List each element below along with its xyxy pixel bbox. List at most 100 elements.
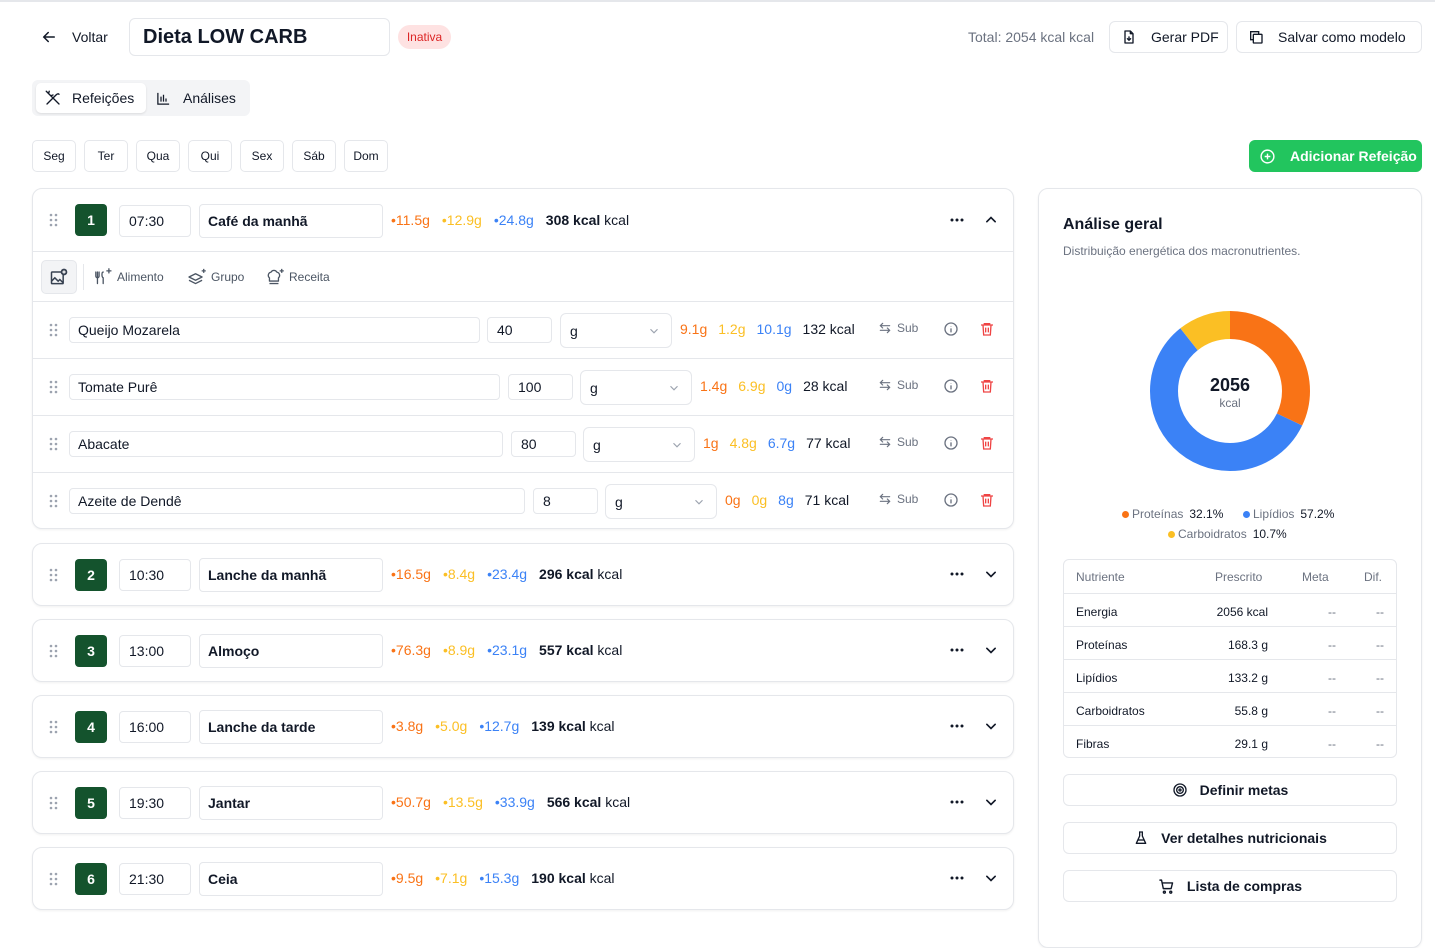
row-prescribed: 2056 kcal (1216, 605, 1268, 619)
chevron-down-icon[interactable] (981, 564, 1001, 584)
meal-time-input[interactable]: 21:30 (119, 863, 191, 895)
day-seg[interactable]: Seg (32, 140, 76, 172)
more-options-icon[interactable] (947, 564, 967, 584)
food-name-input[interactable]: Queijo Mozarela (69, 317, 480, 343)
chevron-down-icon[interactable] (981, 640, 1001, 660)
meal-time-input[interactable]: 13:00 (119, 635, 191, 667)
trash-icon[interactable] (979, 492, 995, 508)
set-goals-button[interactable]: Definir metas (1063, 774, 1397, 806)
meal-name-input[interactable]: Jantar (199, 786, 383, 820)
food-protein: 1.4g (700, 378, 728, 394)
substitute-button[interactable]: Sub (878, 321, 918, 335)
chevron-up-icon[interactable] (981, 210, 1001, 230)
row-diff: -- (1376, 671, 1384, 685)
diet-name-input[interactable]: Dieta LOW CARB (129, 18, 390, 56)
trash-icon[interactable] (979, 378, 995, 394)
drag-handle-icon[interactable] (49, 323, 59, 337)
chevron-down-icon[interactable] (981, 868, 1001, 888)
day-qui[interactable]: Qui (188, 140, 232, 172)
copy-icon (1248, 29, 1264, 45)
add-meal-button[interactable]: Adicionar Refeição (1249, 140, 1422, 172)
food-name-input[interactable]: Tomate Purê (69, 374, 500, 400)
meal-time-input[interactable]: 10:30 (119, 559, 191, 591)
drag-handle-icon[interactable] (49, 872, 59, 886)
meal-name-input[interactable]: Almoço (199, 634, 383, 668)
meal-time-input[interactable]: 16:00 (119, 711, 191, 743)
day-qua[interactable]: Qua (136, 140, 180, 172)
drag-handle-icon[interactable] (49, 796, 59, 810)
meal-time-input[interactable]: 19:30 (119, 787, 191, 819)
trash-icon[interactable] (979, 321, 995, 337)
drag-handle-icon[interactable] (49, 720, 59, 734)
trash-icon[interactable] (979, 435, 995, 451)
info-icon[interactable] (943, 378, 959, 394)
target-icon (1172, 782, 1188, 798)
substitute-button[interactable]: Sub (878, 435, 918, 449)
meal-name-input[interactable]: Ceia (199, 862, 383, 896)
food-qty-input[interactable]: 8 (533, 488, 598, 514)
meal-time-input[interactable]: 07:30 (119, 205, 191, 237)
drag-handle-icon[interactable] (49, 494, 59, 508)
drag-handle-icon[interactable] (49, 380, 59, 394)
food-carb: 0g (776, 378, 793, 394)
meal-header[interactable]: 5 19:30 Jantar •50.7g •13.5g •33.9g 566 … (33, 772, 1013, 834)
back-button[interactable]: Voltar (40, 26, 108, 48)
food-name-input[interactable]: Azeite de Dendê (69, 488, 525, 514)
unit-value: g (615, 493, 623, 510)
add-group-button[interactable]: Grupo (187, 268, 244, 286)
more-options-icon[interactable] (947, 716, 967, 736)
food-lipid: 6.9g (738, 378, 766, 394)
drag-handle-icon[interactable] (49, 437, 59, 451)
food-qty-input[interactable]: 100 (508, 374, 573, 400)
food-qty-input[interactable]: 40 (487, 317, 552, 343)
more-options-icon[interactable] (947, 640, 967, 660)
meal-header[interactable]: 4 16:00 Lanche da tarde •3.8g •5.0g •12.… (33, 696, 1013, 758)
food-unit-select[interactable]: g (583, 427, 695, 462)
info-icon[interactable] (943, 435, 959, 451)
info-icon[interactable] (943, 492, 959, 508)
meal-header[interactable]: 2 10:30 Lanche da manhã •16.5g •8.4g •23… (33, 544, 1013, 606)
legend-dot (1168, 530, 1175, 538)
row-prescribed: 29.1 g (1234, 737, 1268, 751)
food-unit-select[interactable]: g (580, 370, 692, 405)
tab-refeicoes[interactable]: Refeições (36, 83, 146, 113)
more-options-icon[interactable] (947, 210, 967, 230)
save-template-button[interactable]: Salvar como modelo (1236, 21, 1422, 53)
day-sex[interactable]: Sex (240, 140, 284, 172)
day-dom[interactable]: Dom (344, 140, 388, 172)
meal-name-input[interactable]: Café da manhã (199, 204, 383, 238)
info-icon[interactable] (943, 321, 959, 337)
carb-value: •23.1g (487, 642, 528, 658)
drag-handle-icon[interactable] (49, 213, 59, 227)
add-food-button[interactable]: Alimento (93, 268, 164, 286)
meal-header[interactable]: 3 13:00 Almoço •76.3g •8.9g •23.1g 557 k… (33, 620, 1013, 682)
more-options-icon[interactable] (947, 868, 967, 888)
day-ter[interactable]: Ter (84, 140, 128, 172)
add-recipe-button[interactable]: Receita (265, 268, 330, 286)
drag-handle-icon[interactable] (49, 644, 59, 658)
meal-name-input[interactable]: Lanche da tarde (199, 710, 383, 744)
drag-handle-icon[interactable] (49, 568, 59, 582)
generate-pdf-button[interactable]: Gerar PDF (1109, 21, 1228, 53)
shopping-list-button[interactable]: Lista de compras (1063, 870, 1397, 902)
meal-header[interactable]: 6 21:30 Ceia •9.5g •7.1g •15.3g 190 kcal… (33, 848, 1013, 910)
food-unit-select[interactable]: g (560, 313, 672, 348)
day-sab[interactable]: Sáb (292, 140, 336, 172)
substitute-button[interactable]: Sub (878, 378, 918, 392)
chevron-down-icon[interactable] (981, 716, 1001, 736)
meal-macros: •11.5g •12.9g •24.8g 308 kcal kcal (391, 212, 629, 228)
more-options-icon[interactable] (947, 792, 967, 812)
meal-name-input[interactable]: Lanche da manhã (199, 558, 383, 592)
food-unit-select[interactable]: g (605, 484, 717, 519)
row-diff: -- (1376, 737, 1384, 751)
tab-analises[interactable]: Análises (154, 83, 246, 113)
food-macros: 9.1g 1.2g 10.1g 132 kcal (680, 321, 855, 337)
chevron-down-icon[interactable] (981, 792, 1001, 812)
meal-kcal: 190 kcal kcal (531, 870, 615, 886)
row-nutrient: Proteínas (1076, 638, 1128, 652)
substitute-button[interactable]: Sub (878, 492, 918, 506)
food-qty-input[interactable]: 80 (511, 431, 576, 457)
nutrition-details-button[interactable]: Ver detalhes nutricionais (1063, 822, 1397, 854)
food-name-input[interactable]: Abacate (69, 431, 503, 457)
add-image-button[interactable] (41, 260, 77, 294)
